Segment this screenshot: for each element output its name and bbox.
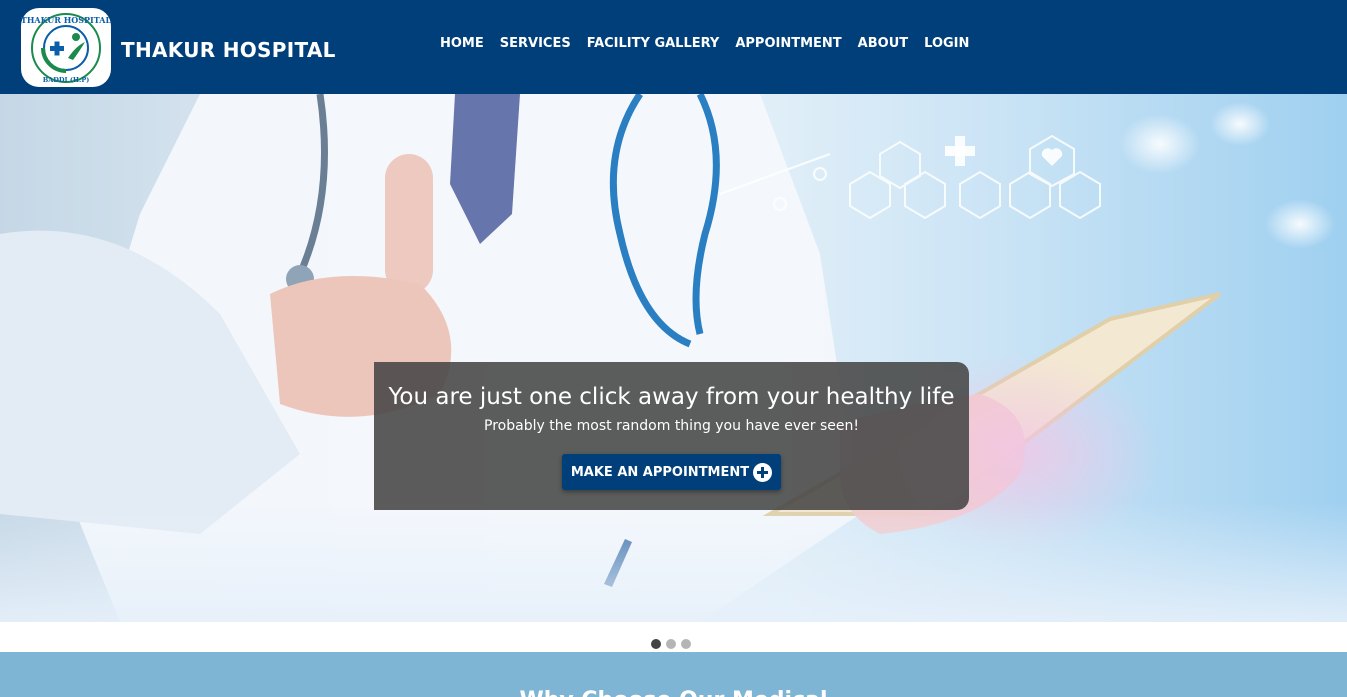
logo-emblem: THAKUR HOSPITAL BADDI (H.P)	[21, 13, 111, 84]
make-appointment-label: MAKE AN APPOINTMENT	[570, 464, 750, 480]
nav-about[interactable]: ABOUT	[850, 36, 916, 51]
hospital-logo[interactable]: THAKUR HOSPITAL BADDI (H.P)	[21, 8, 111, 87]
carousel-indicator-3[interactable]	[681, 639, 691, 649]
why-choose-section: Why Choose Our Medical	[0, 652, 1347, 697]
page: THAKUR HOSPITAL BADDI (H.P) THAKUR HOSPI…	[0, 0, 1347, 697]
hero-background-image	[0, 94, 1335, 622]
plus-circle-icon	[753, 462, 773, 482]
brand-name[interactable]: THAKUR HOSPITAL	[121, 38, 336, 62]
why-choose-title: Why Choose Our Medical	[0, 688, 1347, 697]
make-appointment-button[interactable]: MAKE AN APPOINTMENT	[562, 454, 781, 490]
nav-home[interactable]: HOME	[432, 36, 492, 51]
hero-title: You are just one click away from your he…	[388, 384, 955, 410]
carousel-indicator-2[interactable]	[666, 639, 676, 649]
nav-login[interactable]: LOGIN	[916, 36, 977, 51]
hero-caption: You are just one click away from your he…	[374, 362, 969, 510]
logo-top-text: THAKUR HOSPITAL	[21, 15, 111, 25]
hero-carousel[interactable]: You are just one click away from your he…	[0, 94, 1347, 622]
nav-facility-gallery[interactable]: FACILITY GALLERY	[579, 36, 728, 51]
hero-subtitle: Probably the most random thing you have …	[484, 418, 859, 434]
main-nav: HOME SERVICES FACILITY GALLERY APPOINTME…	[432, 36, 977, 51]
logo-bottom-text: BADDI (H.P)	[43, 76, 90, 84]
carousel-indicators	[651, 639, 696, 649]
site-header: THAKUR HOSPITAL BADDI (H.P) THAKUR HOSPI…	[0, 0, 1347, 94]
nav-services[interactable]: SERVICES	[492, 36, 579, 51]
carousel-indicator-1[interactable]	[651, 639, 661, 649]
nav-appointment[interactable]: APPOINTMENT	[727, 36, 849, 51]
